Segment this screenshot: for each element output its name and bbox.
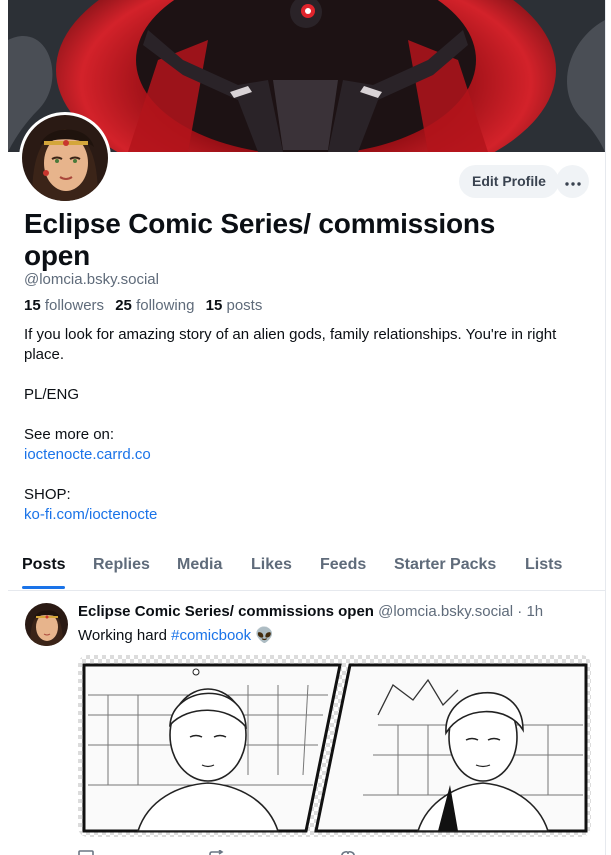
tab-likes[interactable]: Likes: [251, 548, 292, 590]
post-header: Eclipse Comic Series/ commissions open @…: [78, 603, 543, 620]
post-image[interactable]: [78, 655, 591, 837]
tab-lists[interactable]: Lists: [525, 548, 562, 590]
bio-link-carrd[interactable]: ioctenocte.carrd.co: [24, 446, 151, 463]
post-author-handle[interactable]: @lomcia.bsky.social: [378, 603, 513, 620]
post-timestamp[interactable]: 1h: [526, 603, 543, 620]
post-body: Working hard: [78, 627, 167, 644]
profile-stats: 15 followers 25 following 15 posts: [24, 297, 269, 314]
tab-starter-packs[interactable]: Starter Packs: [394, 548, 496, 590]
post-author-avatar[interactable]: [25, 603, 68, 646]
post-separator: ·: [517, 603, 523, 620]
active-tab-indicator: [22, 586, 65, 589]
tab-replies[interactable]: Replies: [93, 548, 150, 590]
profile-handle: @lomcia.bsky.social: [24, 271, 159, 288]
followers-label: followers: [44, 297, 105, 314]
bio-languages: PL/ENG: [24, 386, 80, 403]
alien-emoji: 👽: [255, 627, 275, 644]
posts-count: 15: [205, 297, 223, 314]
post-actions: [78, 846, 398, 855]
following-stat[interactable]: 25 following: [115, 297, 194, 314]
tab-feeds[interactable]: Feeds: [320, 548, 366, 590]
post-hashtag[interactable]: #comicbook: [171, 627, 251, 644]
profile-avatar[interactable]: [19, 112, 111, 204]
bio-shop: SHOP:: [24, 486, 71, 503]
post-text: Working hard #comicbook 👽: [78, 626, 274, 644]
tab-media[interactable]: Media: [177, 548, 222, 590]
profile-tabs: Posts Replies Media Likes Feeds Starter …: [8, 548, 605, 591]
edit-profile-button[interactable]: Edit Profile: [459, 165, 559, 198]
followers-count: 15: [24, 297, 41, 314]
more-horizontal-icon: [564, 173, 581, 191]
tab-posts[interactable]: Posts: [22, 548, 66, 590]
profile-bio: If you look for amazing story of an alie…: [24, 325, 584, 525]
more-options-button[interactable]: [556, 165, 589, 198]
following-label: following: [136, 297, 195, 314]
following-count: 25: [115, 297, 132, 314]
post-author-name[interactable]: Eclipse Comic Series/ commissions open: [78, 603, 374, 620]
followers-stat[interactable]: 15 followers: [24, 297, 104, 314]
posts-stat: 15 posts: [206, 297, 263, 314]
reply-icon[interactable]: [78, 846, 94, 855]
bio-see-more: See more on:: [24, 426, 115, 443]
bio-text: If you look for amazing story of an alie…: [24, 326, 557, 363]
repost-icon[interactable]: [208, 846, 224, 855]
window-edge-right: [605, 0, 611, 855]
bio-link-kofi[interactable]: ko-fi.com/ioctenocte: [24, 506, 157, 523]
profile-page: Edit Profile Eclipse Comic Series/ commi…: [0, 0, 611, 855]
window-edge-left: [0, 0, 8, 855]
like-icon[interactable]: [340, 846, 356, 855]
posts-label: posts: [226, 297, 263, 314]
profile-display-name: Eclipse Comic Series/ commissions open: [24, 208, 496, 271]
